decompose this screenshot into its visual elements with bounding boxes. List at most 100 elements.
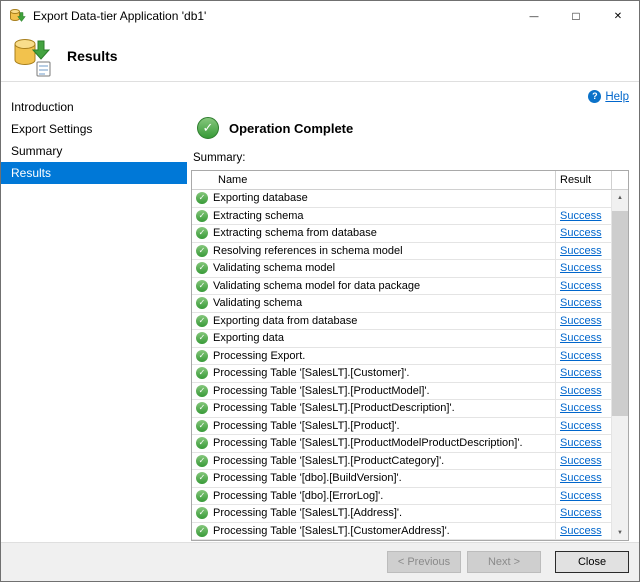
caption-buttons: — □ ✕ — [513, 1, 639, 31]
next-button[interactable]: Next > — [467, 551, 541, 573]
table-row[interactable]: ✓ Exporting data from database Success — [192, 313, 612, 331]
row-check-icon: ✓ — [196, 227, 208, 239]
table-row[interactable]: ✓ Extracting schema from database Succes… — [192, 225, 612, 243]
sidebar-item-introduction[interactable]: Introduction — [1, 96, 187, 118]
minimize-button[interactable]: — — [513, 1, 555, 31]
row-result-link[interactable]: Success — [556, 313, 612, 330]
table-header: Name Result — [192, 171, 628, 190]
row-name: Processing Table '[SalesLT].[Address]'. — [213, 505, 556, 522]
row-result-link[interactable]: Success — [556, 418, 612, 435]
help-label: Help — [605, 91, 629, 103]
row-name: Resolving references in schema model — [213, 243, 556, 260]
table-row[interactable]: ✓ Exporting database — [192, 190, 612, 208]
row-check-icon: ✓ — [196, 280, 208, 292]
row-name: Exporting data from database — [213, 313, 556, 330]
footer-bar: < Previous Next > Close — [1, 542, 639, 581]
table-row[interactable]: ✓ Validating schema model for data packa… — [192, 278, 612, 296]
table-row[interactable]: ✓ Validating schema model Success — [192, 260, 612, 278]
table-row[interactable]: ✓ Processing Export. Success — [192, 348, 612, 366]
sidebar-item-results[interactable]: Results — [1, 162, 187, 184]
row-check-icon: ✓ — [196, 315, 208, 327]
table-row[interactable]: ✓ Validating schema Success — [192, 295, 612, 313]
table-row[interactable]: ✓ Extracting schema Success — [192, 208, 612, 226]
row-check-icon: ✓ — [196, 210, 208, 222]
row-result-link — [556, 190, 612, 207]
row-check-icon: ✓ — [196, 437, 208, 449]
table-row[interactable]: ✓ Processing Table '[SalesLT].[Address]'… — [192, 505, 612, 523]
row-result-link[interactable]: Success — [556, 225, 612, 242]
table-row[interactable]: ✓ Resolving references in schema model S… — [192, 243, 612, 261]
row-result-link[interactable]: Success — [556, 383, 612, 400]
help-row: ? Help — [191, 86, 629, 102]
row-check-icon: ✓ — [196, 367, 208, 379]
row-name: Validating schema model — [213, 260, 556, 277]
row-name: Processing Table '[SalesLT].[ProductCate… — [213, 453, 556, 470]
close-wizard-button[interactable]: Close — [555, 551, 629, 573]
scroll-up-icon[interactable]: ▲ — [612, 190, 628, 205]
window-title: Export Data-tier Application 'db1' — [33, 9, 513, 23]
table-row[interactable]: ✓ Processing Table '[dbo].[BuildVersion]… — [192, 470, 612, 488]
sidebar-item-export-settings[interactable]: Export Settings — [1, 118, 187, 140]
export-dacpac-icon — [11, 35, 53, 77]
content-pane: ? Help ✓ Operation Complete Summary: Nam… — [187, 82, 639, 542]
row-result-link[interactable]: Success — [556, 278, 612, 295]
row-check-icon: ✓ — [196, 262, 208, 274]
row-result-link[interactable]: Success — [556, 453, 612, 470]
help-icon: ? — [588, 90, 601, 103]
row-name: Processing Table '[SalesLT].[ProductMode… — [213, 383, 556, 400]
row-result-link[interactable]: Success — [556, 488, 612, 505]
table-row[interactable]: ✓ Processing Table '[SalesLT].[ProductMo… — [192, 435, 612, 453]
row-name: Validating schema — [213, 295, 556, 312]
table-row[interactable]: ✓ Processing Table '[SalesLT].[ProductCa… — [192, 453, 612, 471]
row-result-link[interactable]: Success — [556, 470, 612, 487]
table-row[interactable]: ✓ Exporting data Success — [192, 330, 612, 348]
scrollbar-track[interactable] — [612, 205, 628, 525]
table-row[interactable]: ✓ Processing Table '[SalesLT].[ProductDe… — [192, 400, 612, 418]
row-name: Extracting schema — [213, 208, 556, 225]
table-row[interactable]: ✓ Processing Table '[SalesLT].[ProductMo… — [192, 383, 612, 401]
row-name: Processing Table '[SalesLT].[ProductMode… — [213, 435, 556, 452]
row-check-icon: ✓ — [196, 332, 208, 344]
row-result-link[interactable]: Success — [556, 505, 612, 522]
row-result-link[interactable]: Success — [556, 365, 612, 382]
sidebar-item-summary[interactable]: Summary — [1, 140, 187, 162]
row-check-icon: ✓ — [196, 385, 208, 397]
scroll-down-icon[interactable]: ▼ — [612, 525, 628, 540]
operation-complete-title: Operation Complete — [229, 121, 353, 136]
column-header-name[interactable]: Name — [192, 171, 556, 189]
row-check-icon: ✓ — [196, 402, 208, 414]
row-name: Processing Export. — [213, 348, 556, 365]
column-header-result[interactable]: Result — [556, 171, 612, 189]
row-result-link[interactable]: Success — [556, 260, 612, 277]
row-result-link[interactable]: Success — [556, 295, 612, 312]
row-check-icon: ✓ — [196, 525, 208, 537]
titlebar[interactable]: Export Data-tier Application 'db1' — □ ✕ — [1, 1, 639, 31]
help-link[interactable]: ? Help — [588, 90, 629, 103]
row-result-link[interactable]: Success — [556, 435, 612, 452]
row-result-link[interactable]: Success — [556, 208, 612, 225]
export-wizard-window: Export Data-tier Application 'db1' — □ ✕… — [0, 0, 640, 582]
row-check-icon: ✓ — [196, 490, 208, 502]
row-check-icon: ✓ — [196, 420, 208, 432]
operation-complete-icon: ✓ — [197, 117, 219, 139]
scrollbar-thumb[interactable] — [612, 211, 628, 416]
row-result-link[interactable]: Success — [556, 243, 612, 260]
row-result-link[interactable]: Success — [556, 400, 612, 417]
close-icon[interactable]: ✕ — [597, 1, 639, 31]
vertical-scrollbar[interactable]: ▲ ▼ — [612, 190, 628, 540]
row-check-icon: ✓ — [196, 350, 208, 362]
table-row[interactable]: ✓ Processing Table '[SalesLT].[CustomerA… — [192, 523, 612, 541]
row-check-icon: ✓ — [196, 245, 208, 257]
previous-button[interactable]: < Previous — [387, 551, 461, 573]
maximize-button[interactable]: □ — [555, 1, 597, 31]
table-row[interactable]: ✓ Processing Table '[SalesLT].[Customer]… — [192, 365, 612, 383]
row-name: Processing Table '[SalesLT].[Product]'. — [213, 418, 556, 435]
database-export-icon — [9, 8, 27, 24]
row-result-link[interactable]: Success — [556, 330, 612, 347]
row-name: Exporting database — [213, 190, 556, 207]
row-result-link[interactable]: Success — [556, 348, 612, 365]
row-result-link[interactable]: Success — [556, 523, 612, 540]
table-row[interactable]: ✓ Processing Table '[dbo].[ErrorLog]'. S… — [192, 488, 612, 506]
row-check-icon: ✓ — [196, 507, 208, 519]
table-row[interactable]: ✓ Processing Table '[SalesLT].[Product]'… — [192, 418, 612, 436]
